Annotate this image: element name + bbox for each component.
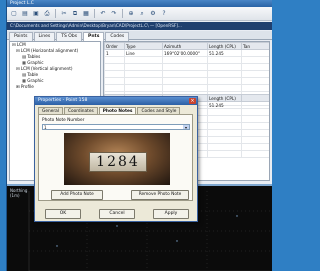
table-cell[interactable] <box>207 136 242 144</box>
table-cell[interactable] <box>241 84 269 92</box>
table-cell[interactable] <box>241 129 269 137</box>
table-cell[interactable] <box>104 63 125 71</box>
table-cell[interactable] <box>104 84 125 92</box>
print-icon[interactable]: ⎙ <box>43 10 51 18</box>
add-photo-note-button[interactable]: Add Photo Note <box>51 190 103 200</box>
table-cell[interactable] <box>124 84 163 92</box>
undo-icon[interactable]: ↶ <box>99 10 107 18</box>
cut-icon[interactable]: ✂ <box>60 10 68 18</box>
photo-note-number-label: Photo Note Number <box>42 118 85 123</box>
toolbar-separator <box>55 9 56 18</box>
table-cell[interactable] <box>124 70 163 78</box>
settings-icon[interactable]: ⚙ <box>149 10 157 18</box>
table-cell[interactable] <box>207 150 242 158</box>
properties-dialog: Properties - Point 158 × General Coordin… <box>34 96 198 222</box>
table-row[interactable] <box>104 84 269 92</box>
copy-icon[interactable]: ⧉ <box>71 10 79 18</box>
open-icon[interactable]: ▤ <box>21 10 29 18</box>
table-cell[interactable] <box>241 101 269 109</box>
zoom-icon[interactable]: ⊕ <box>127 10 135 18</box>
tree-item[interactable]: ⊞ Profile <box>10 84 100 90</box>
tab-lines[interactable]: Lines <box>33 32 56 41</box>
tab-ts-obs[interactable]: TS Obs <box>56 32 83 41</box>
table-cell[interactable] <box>162 70 208 78</box>
table-cell[interactable] <box>241 56 269 64</box>
table-row[interactable] <box>104 70 269 78</box>
table-cell[interactable] <box>241 63 269 71</box>
column-header[interactable]: Tan <box>241 42 269 50</box>
table-cell[interactable] <box>207 63 242 71</box>
main-toolbar: ▢ ▤ ▣ ⎙ ✂ ⧉ ▦ ↶ ↷ ⊕ ⌕ ⚙? <box>7 7 272 21</box>
photo-note-select[interactable]: 1 ▾ <box>42 124 190 130</box>
close-icon[interactable]: × <box>189 98 196 104</box>
table-cell[interactable]: Line <box>124 49 163 57</box>
help-icon[interactable]: ? <box>160 10 168 18</box>
table-cell[interactable] <box>104 56 125 64</box>
paste-icon[interactable]: ▦ <box>82 10 90 18</box>
table-cell[interactable] <box>241 70 269 78</box>
table-cell[interactable] <box>207 143 242 151</box>
table-row[interactable] <box>104 56 269 64</box>
table-cell[interactable] <box>241 143 269 151</box>
photo-notes-panel: Photo Note Number 1 ▾ 1284 Add Photo Not… <box>38 114 193 201</box>
table-cell[interactable] <box>207 129 242 137</box>
table-cell[interactable] <box>162 56 208 64</box>
table-cell[interactable] <box>207 77 242 85</box>
table-cell[interactable] <box>241 150 269 158</box>
column-header[interactable]: Azimuth <box>162 42 208 50</box>
address-plaque: 1284 <box>89 152 147 172</box>
table-cell[interactable] <box>241 49 269 57</box>
file-path-bar: C:\Documents and Settings\Admin\Desktop\… <box>7 22 272 30</box>
table-row[interactable] <box>104 63 269 71</box>
toolbar-separator <box>122 9 123 18</box>
tab-points[interactable]: Points <box>9 32 33 41</box>
table-cell[interactable] <box>104 77 125 85</box>
table-cell[interactable]: 51.245 <box>207 101 242 109</box>
table-cell[interactable] <box>241 77 269 85</box>
table-cell[interactable]: 1 <box>104 49 125 57</box>
photo-note-image: 1284 <box>64 133 170 185</box>
column-header[interactable]: Length (CPL) <box>207 42 242 50</box>
table-cell[interactable] <box>124 77 163 85</box>
dialog-title: Properties - Point 158 × <box>35 97 197 105</box>
table-cell[interactable]: 51.245 <box>207 49 242 57</box>
table-cell[interactable] <box>207 84 242 92</box>
ok-button[interactable]: OK <box>45 209 81 219</box>
table-cell[interactable] <box>207 115 242 123</box>
tab-pnts[interactable]: Pnts <box>83 32 105 41</box>
table-cell[interactable] <box>124 56 163 64</box>
table-cell[interactable] <box>207 122 242 130</box>
column-header[interactable] <box>241 94 269 102</box>
table-row[interactable]: 1 Line 169°02'00.0000" 51.245 <box>104 49 269 57</box>
column-header[interactable]: Order <box>104 42 125 50</box>
chevron-down-icon[interactable]: ▾ <box>183 125 189 130</box>
table-cell[interactable] <box>124 63 163 71</box>
table-cell[interactable]: 169°02'00.0000" <box>162 49 208 57</box>
table-cell[interactable] <box>241 122 269 130</box>
table-cell[interactable] <box>241 136 269 144</box>
table-cell[interactable] <box>162 63 208 71</box>
table-cell[interactable] <box>104 70 125 78</box>
column-header[interactable]: Type <box>124 42 163 50</box>
table-row[interactable] <box>104 77 269 85</box>
table-cell[interactable] <box>241 115 269 123</box>
table-cell[interactable] <box>207 108 242 116</box>
search-icon[interactable]: ⌕ <box>138 10 146 18</box>
table-cell[interactable] <box>207 70 242 78</box>
table-cell[interactable] <box>207 56 242 64</box>
remove-photo-note-button[interactable]: Remove Photo Note <box>131 190 189 200</box>
window-title: Project L.C <box>7 0 272 7</box>
table-cell[interactable] <box>162 77 208 85</box>
tab-codes[interactable]: Codes <box>105 32 130 41</box>
cancel-button[interactable]: Cancel <box>99 209 135 219</box>
toolbar-separator <box>94 9 95 18</box>
column-header[interactable]: Length (CPL) <box>207 94 242 102</box>
apply-button[interactable]: Apply <box>153 209 189 219</box>
redo-icon[interactable]: ↷ <box>110 10 118 18</box>
save-icon[interactable]: ▣ <box>32 10 40 18</box>
new-icon[interactable]: ▢ <box>10 10 18 18</box>
table-cell[interactable] <box>162 84 208 92</box>
table-cell[interactable] <box>241 108 269 116</box>
view-tabs: Points Lines TS Obs Pnts Codes <box>7 31 272 41</box>
